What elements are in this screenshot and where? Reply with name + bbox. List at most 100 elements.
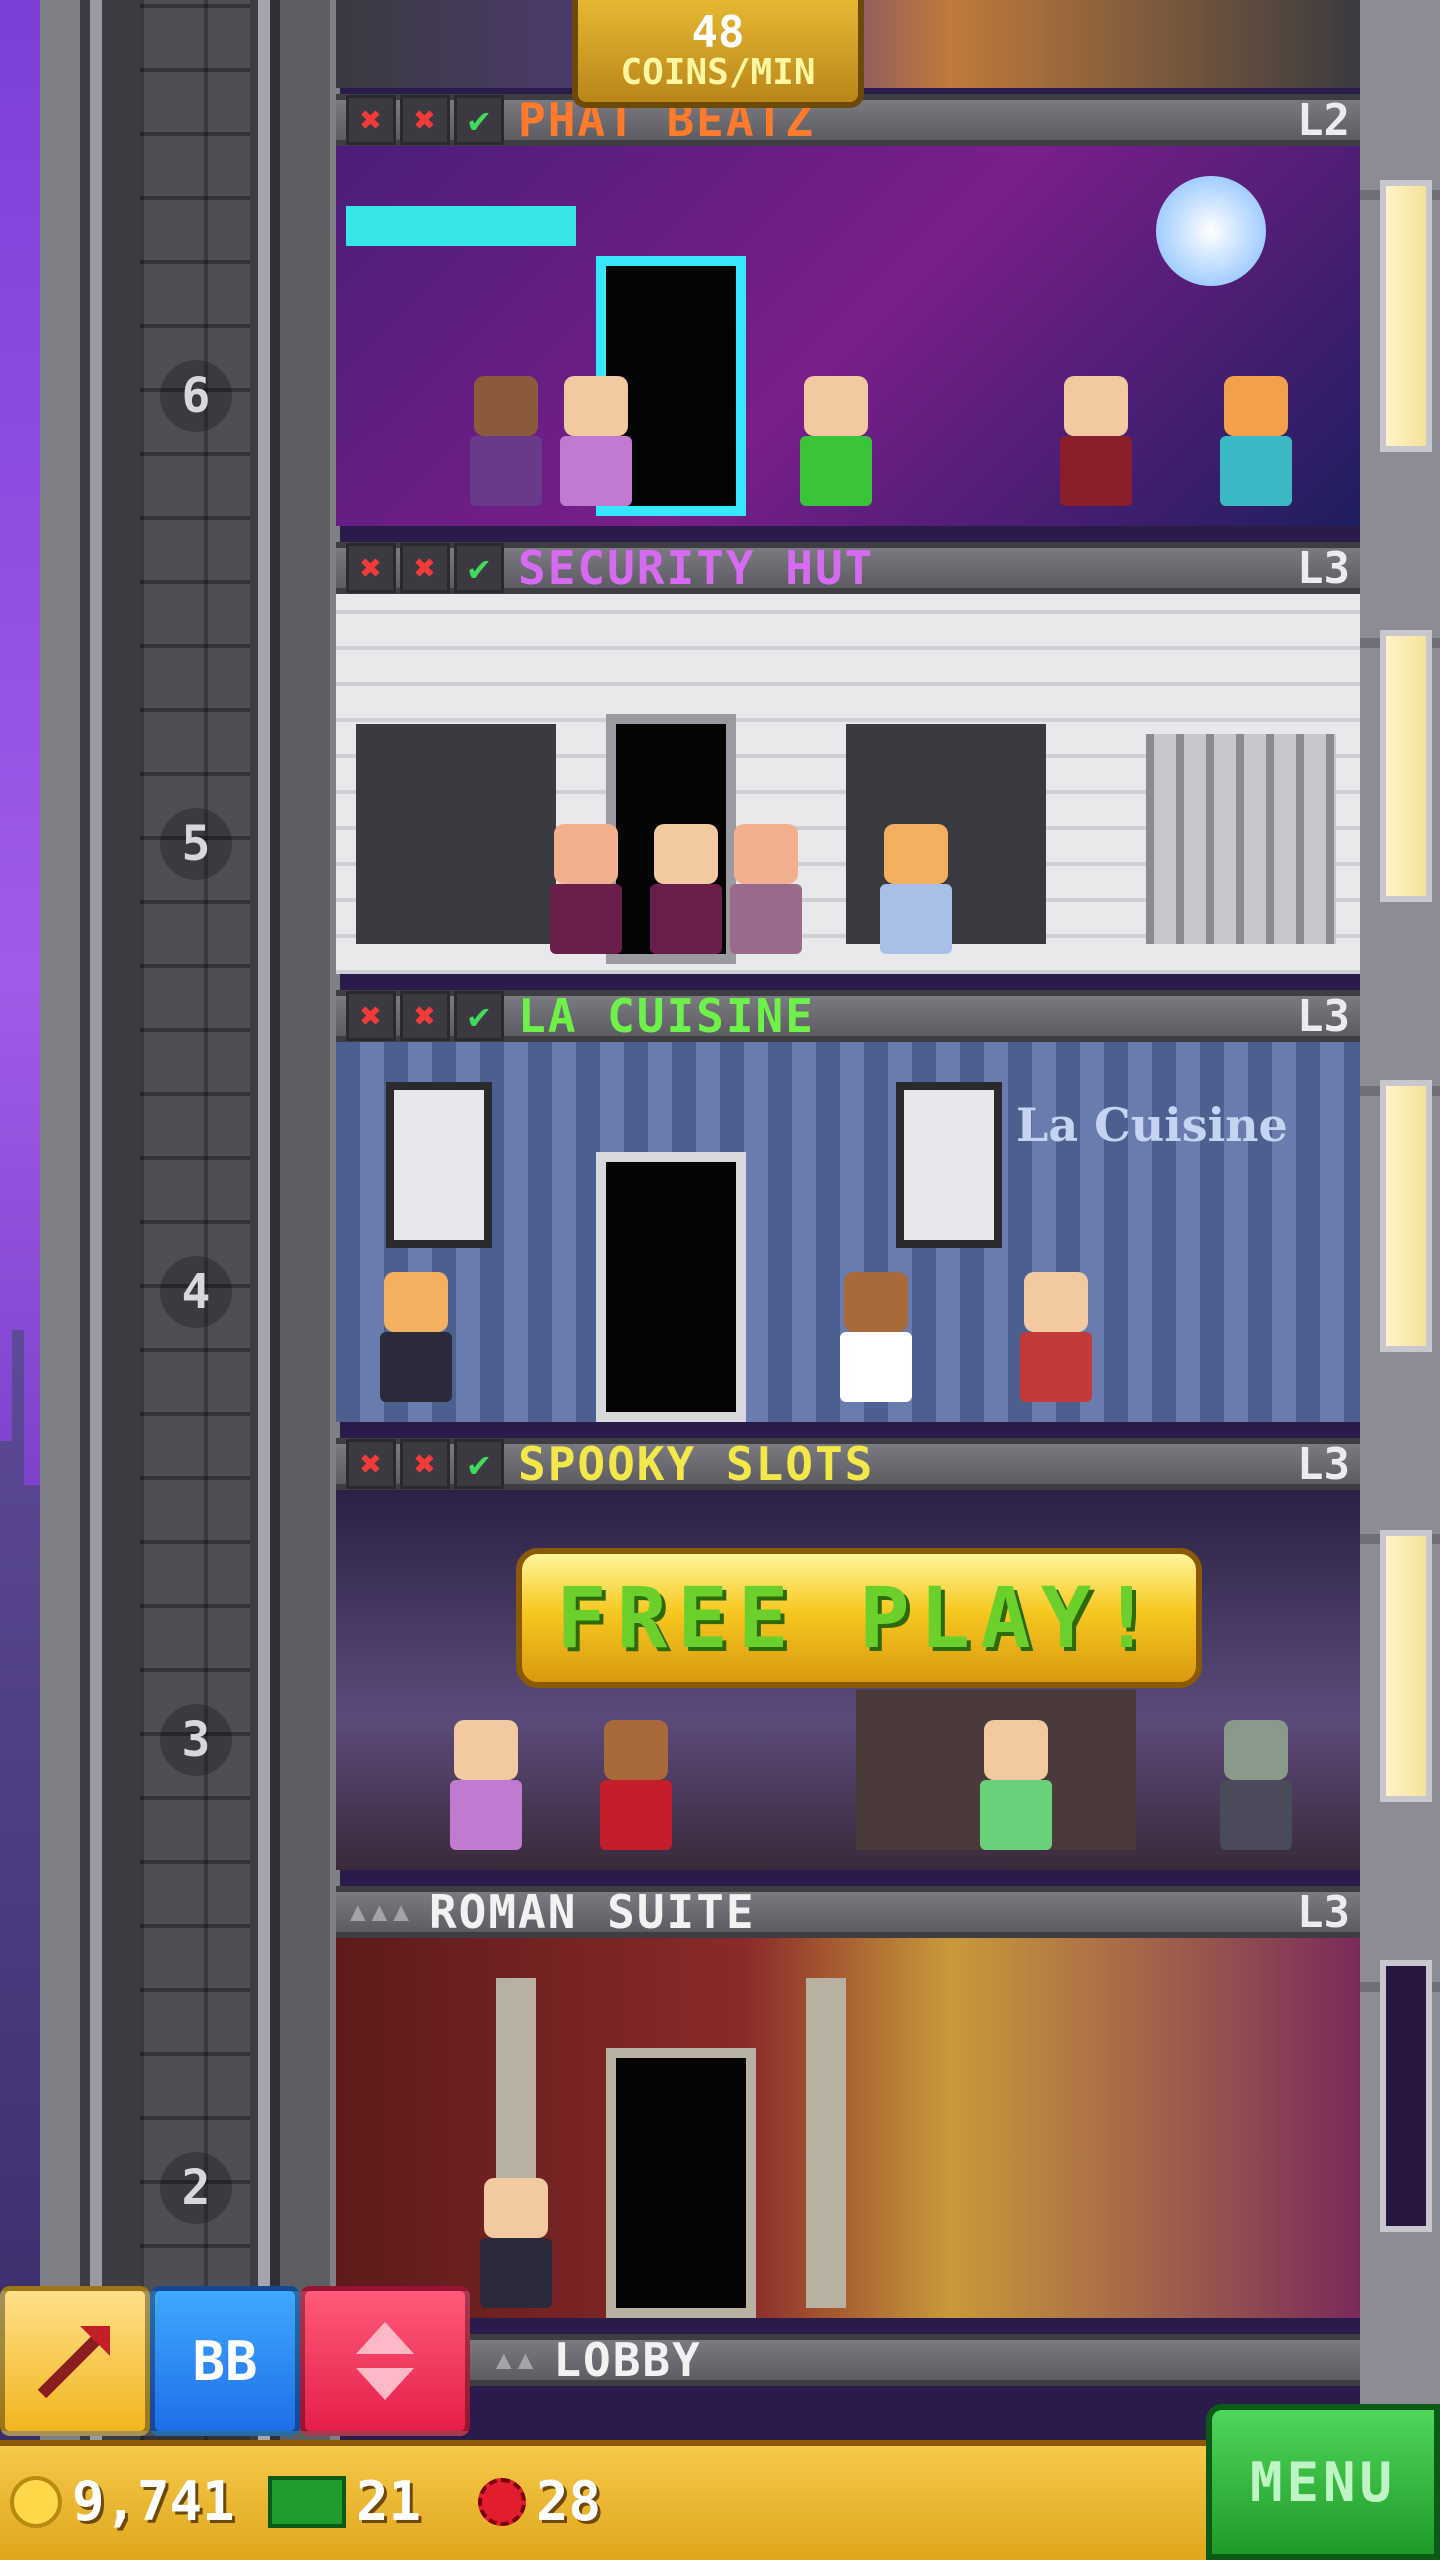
check-icon: ✔ (454, 1439, 504, 1489)
monitor-bank (356, 724, 556, 944)
stock-indicators: ✖ ✖ ✔ (346, 543, 504, 593)
column (806, 1978, 846, 2308)
stock-indicators: ✖ ✖ ✔ (346, 991, 504, 1041)
x-icon: ✖ (346, 95, 396, 145)
x-icon: ✖ (400, 991, 450, 1041)
floor-level: L3 (1297, 542, 1350, 594)
tower-window (1380, 1080, 1432, 1352)
floor-number-4: 4 (160, 1256, 232, 1328)
cash-icon (268, 2475, 346, 2528)
wall-painting (896, 1082, 1002, 1248)
gems-stat: 28 (478, 2470, 601, 2533)
floor-scene (336, 146, 1360, 526)
bar-counter (346, 206, 576, 246)
floor-level: L2 (1297, 94, 1350, 146)
bux-stat: 21 (268, 2470, 421, 2533)
floor-level: L3 (1297, 990, 1350, 1042)
floor-name: LA CUISINE (518, 989, 815, 1043)
bitizen-sprite[interactable] (476, 2178, 556, 2308)
pickaxe-icon (37, 2326, 110, 2399)
floor-level: L3 (1297, 1438, 1350, 1490)
bitizen-sprite[interactable] (1216, 376, 1296, 506)
check-icon: ✔ (454, 95, 504, 145)
bitizen-sprite[interactable] (446, 1720, 526, 1850)
x-icon: ✖ (400, 95, 450, 145)
menu-button[interactable]: MENU (1206, 2404, 1440, 2560)
floor-number-6: 6 (160, 360, 232, 432)
floor-name: SECURITY HUT (518, 541, 875, 595)
jail-cell (1146, 734, 1336, 944)
floor-scene: La Cuisine (336, 1042, 1360, 1422)
check-icon: ✔ (454, 543, 504, 593)
gems-value: 28 (536, 2470, 602, 2533)
x-icon: ✖ (346, 991, 396, 1041)
bitizen-sprite[interactable] (596, 1720, 676, 1850)
floor-phat-beatz[interactable]: ✖ ✖ ✔ PHAT BEATZ L2 (336, 93, 1360, 526)
floor-level: L3 (1297, 1886, 1350, 1938)
restaurant-sign: La Cuisine (1016, 1098, 1288, 1152)
tower-window (1380, 630, 1432, 902)
floor-number-3: 3 (160, 1704, 232, 1776)
stock-indicators: ✖ ✖ ✔ (346, 95, 504, 145)
x-icon: ✖ (400, 1439, 450, 1489)
elevator-icon (356, 2322, 414, 2400)
build-button[interactable] (0, 2286, 150, 2436)
floor-header: ▲▲▲ ROMAN SUITE L3 (336, 1885, 1360, 1939)
shaft-rails-left (80, 0, 140, 2440)
floor-header: ✖ ✖ ✔ SPOOKY SLOTS L3 (336, 1437, 1360, 1491)
tower-window (1380, 1960, 1432, 2232)
residents-indicator: ▲▲ (496, 2345, 540, 2375)
tower-window (1380, 1530, 1432, 1802)
floor-security-hut[interactable]: ✖ ✖ ✔ SECURITY HUT L3 (336, 541, 1360, 974)
bitizen-sprite[interactable] (1216, 1720, 1296, 1850)
shaft-rails-right (250, 0, 330, 2440)
floor-header: ▲▲ LOBBY (336, 2333, 1360, 2387)
wall-painting (386, 1082, 492, 1248)
bitizen-sprite[interactable] (556, 376, 636, 506)
bux-value: 21 (356, 2470, 422, 2533)
free-play-button[interactable]: FREE PLAY! (516, 1548, 1202, 1688)
floor-la-cuisine[interactable]: ✖ ✖ ✔ LA CUISINE L3 La Cuisine (336, 989, 1360, 1422)
bitizen-sprite[interactable] (376, 1272, 456, 1402)
coins-stat: 9,741 (10, 2470, 235, 2533)
floor-name: SPOOKY SLOTS (518, 1437, 875, 1491)
floor-number-2: 2 (160, 2152, 232, 2224)
bitbook-button[interactable]: BB (150, 2286, 300, 2436)
floor-number-5: 5 (160, 808, 232, 880)
residents-indicator: ▲▲▲ (350, 1897, 415, 1927)
floor-roman-suite[interactable]: ▲▲▲ ROMAN SUITE L3 (336, 1885, 1360, 2318)
bitizen-sprite[interactable] (796, 376, 876, 506)
tower-window (1380, 180, 1432, 452)
bitizen-sprite[interactable] (836, 1272, 916, 1402)
bitizen-sprite[interactable] (546, 824, 626, 954)
floor-name: LOBBY (553, 2333, 702, 2387)
door (596, 1152, 746, 1422)
x-icon: ✖ (346, 1439, 396, 1489)
coins-value: 9,741 (72, 2470, 235, 2533)
bitizen-sprite[interactable] (646, 824, 726, 954)
door (606, 2048, 756, 2318)
bitizen-sprite[interactable] (466, 376, 546, 506)
city-silhouette (0, 1330, 40, 2440)
stock-indicators: ✖ ✖ ✔ (346, 1439, 504, 1489)
disco-ball (1156, 176, 1266, 286)
x-icon: ✖ (400, 543, 450, 593)
floor-header: ✖ ✖ ✔ SECURITY HUT L3 (336, 541, 1360, 595)
x-icon: ✖ (346, 543, 396, 593)
coins-per-min-badge: 48 COINS/MIN (572, 0, 864, 108)
floor-lobby[interactable]: ▲▲ LOBBY (336, 2333, 1360, 2387)
floor-scene (336, 1938, 1360, 2318)
floor-scene (336, 594, 1360, 974)
elevator-button[interactable] (300, 2286, 470, 2436)
bitizen-sprite[interactable] (726, 824, 806, 954)
bitizen-sprite[interactable] (1016, 1272, 1096, 1402)
coins-per-min-value: 48 (691, 7, 745, 58)
coin-icon (10, 2475, 62, 2528)
check-icon: ✔ (454, 991, 504, 1041)
bitizen-sprite[interactable] (976, 1720, 1056, 1850)
bitizen-sprite[interactable] (876, 824, 956, 954)
floor-name: ROMAN SUITE (428, 1885, 756, 1939)
gem-icon (478, 2477, 526, 2526)
coins-per-min-unit: COINS/MIN (620, 52, 816, 93)
bitizen-sprite[interactable] (1056, 376, 1136, 506)
